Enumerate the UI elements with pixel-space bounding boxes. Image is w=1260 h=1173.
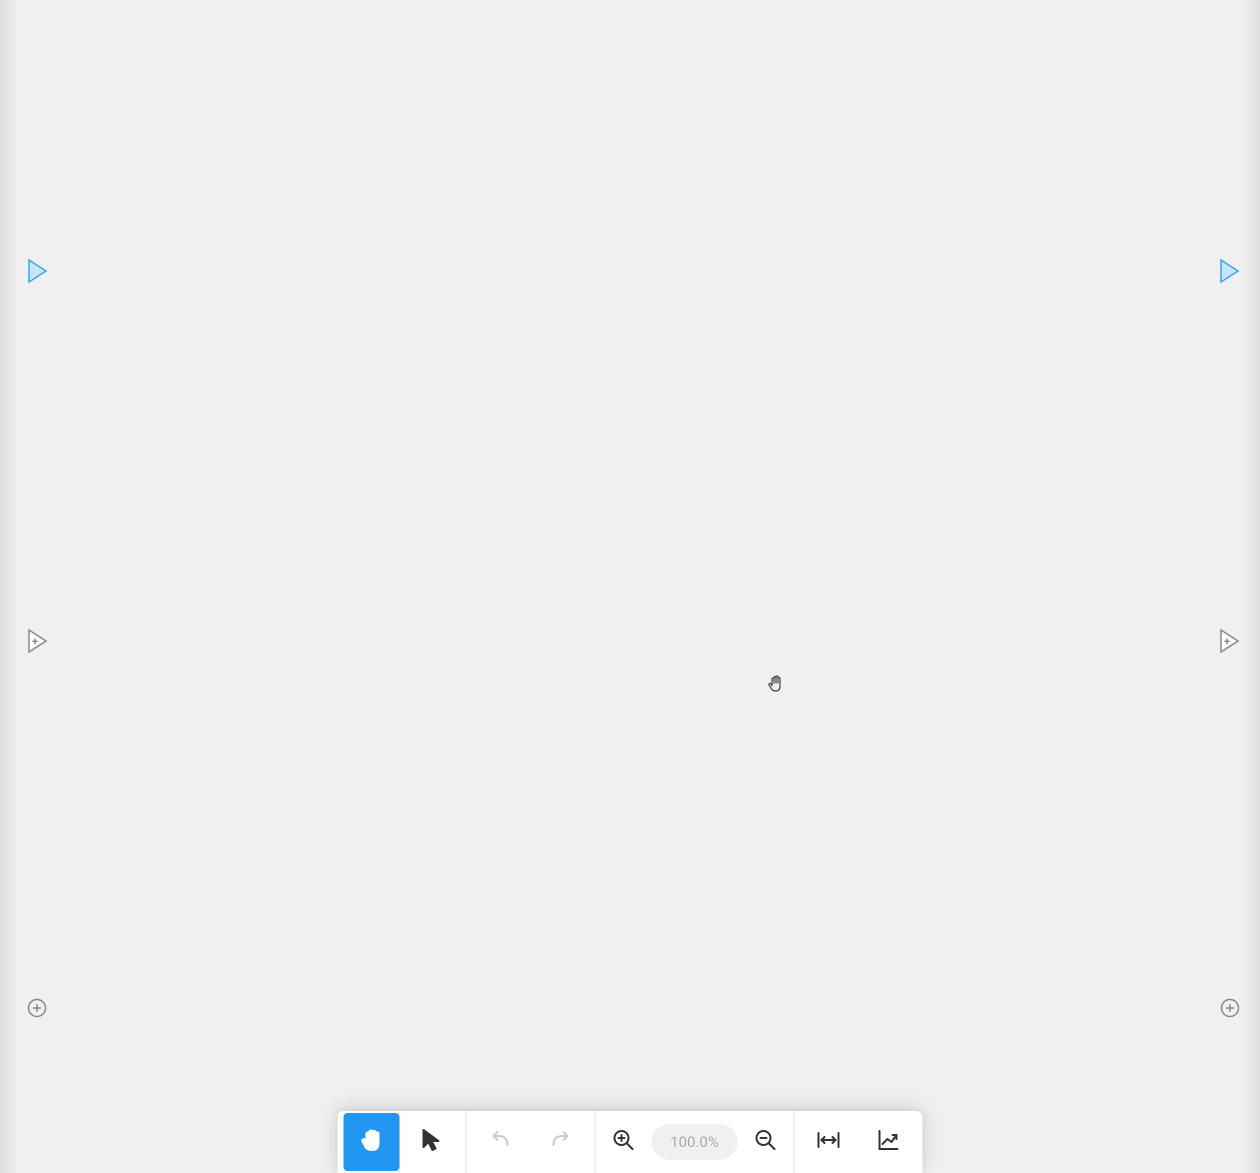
chart-view-button[interactable]: [861, 1113, 917, 1171]
view-group: [795, 1111, 923, 1173]
add-section-left[interactable]: +: [27, 628, 49, 654]
hand-tool-button[interactable]: [344, 1113, 400, 1171]
hand-cursor-indicator: [766, 674, 786, 694]
pointer-tool-button[interactable]: [404, 1113, 460, 1171]
canvas-area[interactable]: + +: [0, 0, 1260, 1173]
plus-circle-icon: [1220, 1003, 1240, 1022]
zoom-in-button[interactable]: [600, 1113, 648, 1171]
fit-width-button[interactable]: [801, 1113, 857, 1171]
play-plus-icon: +: [27, 639, 49, 658]
hand-icon: [766, 679, 786, 698]
chart-icon: [876, 1127, 902, 1157]
redo-icon: [548, 1127, 574, 1157]
svg-text:+: +: [32, 635, 38, 648]
play-marker-right[interactable]: [1219, 258, 1241, 284]
fit-width-icon: [816, 1127, 842, 1157]
bottom-toolbar: [338, 1111, 923, 1173]
history-group: [467, 1111, 595, 1173]
add-node-left[interactable]: [27, 998, 47, 1018]
redo-button[interactable]: [533, 1113, 589, 1171]
zoom-group: [596, 1111, 794, 1173]
play-plus-icon: +: [1219, 639, 1241, 658]
pointer-icon: [419, 1127, 445, 1157]
play-marker-left[interactable]: [27, 258, 49, 284]
svg-text:+: +: [1224, 635, 1230, 648]
undo-button[interactable]: [473, 1113, 529, 1171]
zoom-level-input[interactable]: [652, 1124, 738, 1160]
add-node-right[interactable]: [1220, 998, 1240, 1018]
play-icon: [27, 269, 49, 288]
play-icon: [1219, 269, 1241, 288]
undo-icon: [488, 1127, 514, 1157]
zoom-in-icon: [612, 1128, 636, 1156]
zoom-out-icon: [754, 1128, 778, 1156]
hand-icon: [359, 1127, 385, 1157]
plus-circle-icon: [27, 1003, 47, 1022]
tool-mode-group: [338, 1111, 466, 1173]
add-section-right[interactable]: +: [1219, 628, 1241, 654]
zoom-out-button[interactable]: [742, 1113, 790, 1171]
